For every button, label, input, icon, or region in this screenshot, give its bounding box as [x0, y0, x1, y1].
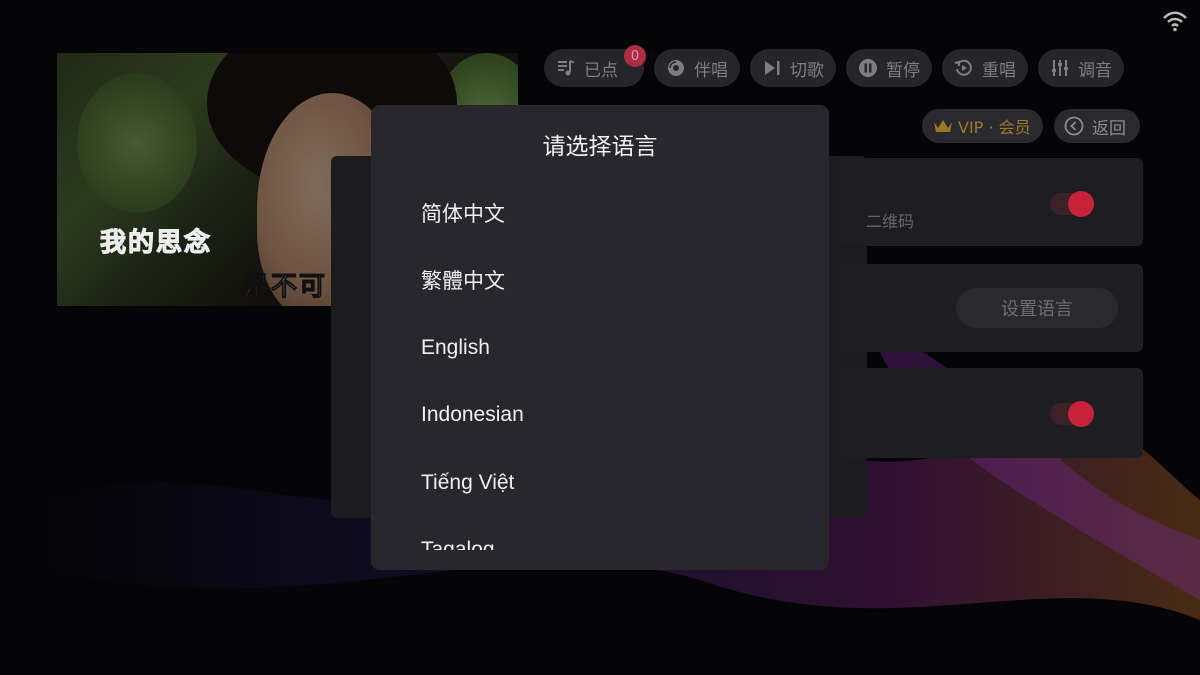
tuning-label: 调音 [1078, 60, 1112, 81]
language-option-english[interactable]: English [371, 314, 829, 382]
queued-count-badge: 0 [624, 45, 646, 67]
tuning-button[interactable]: 调音 [1038, 49, 1124, 87]
back-label: 返回 [1092, 118, 1126, 139]
dialog-title: 请选择语言 [542, 134, 658, 160]
qr-setting-label: 二维码 [866, 212, 915, 231]
replay-label: 重唱 [982, 60, 1016, 81]
vip-member-button[interactable]: VIP · 会员 [922, 109, 1043, 143]
language-option-indonesian[interactable]: Indonesian [371, 382, 829, 450]
set-language-button[interactable]: 设置语言 [956, 288, 1118, 328]
playlist-icon [558, 60, 575, 76]
lyric-line-1: 我的思念 [99, 228, 213, 259]
toggle-knob [1068, 401, 1094, 427]
language-option-vietnamese[interactable]: Tiếng Việt [371, 449, 829, 517]
qr-toggle[interactable] [1050, 191, 1094, 217]
queued-songs-label: 已点 [584, 60, 618, 81]
control-toolbar: 已点 0 伴唱 切歌 暂停 重唱 调音 [544, 45, 1124, 87]
accompaniment-label: 伴唱 [694, 60, 728, 81]
disc-icon [668, 60, 684, 76]
video-foliage [77, 73, 197, 213]
vip-member-label: VIP · 会员 [958, 118, 1031, 137]
skip-song-label: 切歌 [790, 60, 824, 81]
language-list[interactable]: 简体中文 繁體中文 English Indonesian Tiếng Việt … [371, 179, 829, 550]
equalizer-icon [1052, 60, 1068, 76]
replay-icon [954, 59, 972, 76]
language-dialog: 请选择语言 简体中文 繁體中文 English Indonesian Tiếng… [371, 105, 829, 570]
pause-label: 暂停 [886, 60, 920, 81]
option-toggle[interactable] [1050, 401, 1094, 427]
accompaniment-button[interactable]: 伴唱 [654, 49, 740, 87]
back-icon [1064, 116, 1084, 136]
language-option-zh-hans[interactable]: 简体中文 [371, 179, 829, 247]
lyric-line-2: 是不可 [242, 272, 328, 303]
pause-button[interactable]: 暂停 [846, 49, 932, 87]
wifi-icon [1163, 11, 1187, 32]
skip-song-button[interactable]: 切歌 [750, 49, 836, 87]
language-option-tagalog[interactable]: Tagalog [371, 517, 829, 550]
queued-songs-button[interactable]: 已点 0 [544, 45, 646, 87]
language-option-zh-hant[interactable]: 繁體中文 [371, 247, 829, 315]
skip-icon [765, 61, 780, 75]
crown-icon [934, 120, 952, 132]
back-button[interactable]: 返回 [1054, 109, 1140, 143]
settings-row-toggle[interactable] [840, 368, 1143, 458]
toggle-knob [1068, 191, 1094, 217]
replay-button[interactable]: 重唱 [942, 49, 1028, 87]
pause-icon [859, 59, 877, 77]
settings-row-qr[interactable] [840, 158, 1143, 246]
